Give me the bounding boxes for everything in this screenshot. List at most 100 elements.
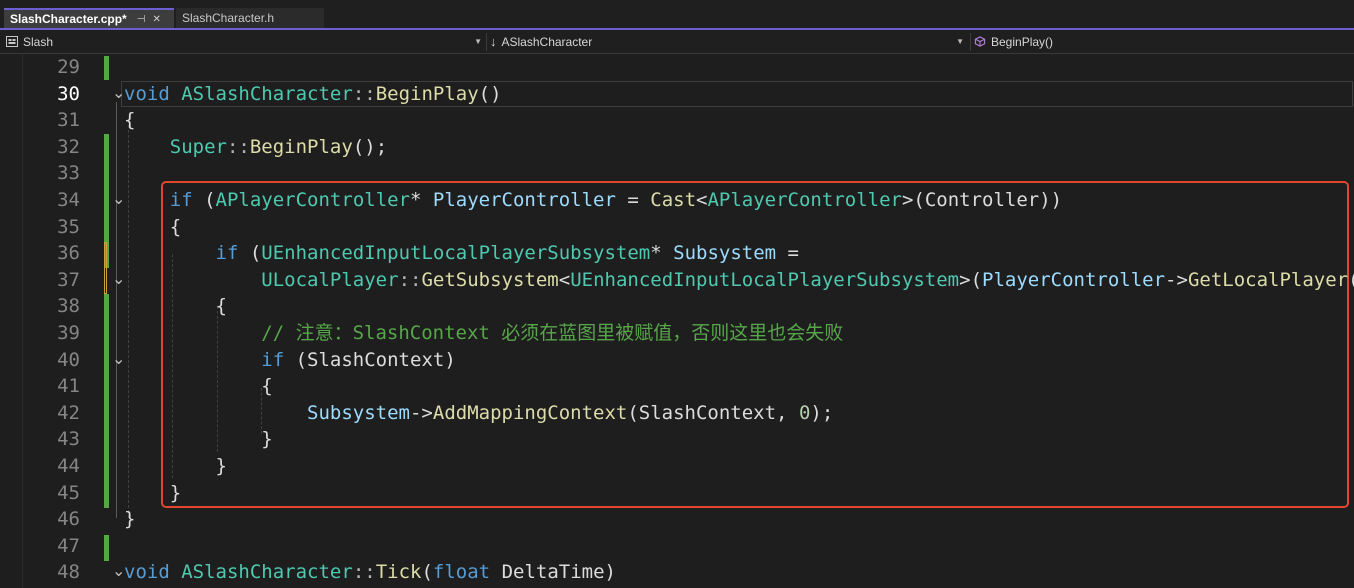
code-line[interactable]: 40 ⌄ if (SlashContext) bbox=[0, 347, 1354, 374]
line-number: 29 bbox=[57, 56, 80, 78]
code-token: BeginPlay bbox=[375, 83, 479, 105]
pin-icon[interactable]: ⊣ bbox=[137, 14, 146, 25]
code-text[interactable]: void ASlashCharacter::Tick(float DeltaTi… bbox=[124, 559, 616, 586]
code-text[interactable]: Super::BeginPlay(); bbox=[124, 134, 387, 161]
code-token: >( bbox=[959, 269, 983, 291]
code-token: (SlashContext, bbox=[627, 402, 799, 424]
code-text[interactable]: ULocalPlayer::GetSubsystem<UEnhancedInpu… bbox=[124, 267, 1354, 294]
code-token: { bbox=[124, 295, 227, 317]
divider bbox=[970, 33, 971, 51]
code-token: { bbox=[124, 375, 273, 397]
code-text[interactable]: } bbox=[124, 480, 181, 507]
code-line[interactable]: 34 ⌄ if (APlayerController* PlayerControl… bbox=[0, 187, 1354, 214]
code-text[interactable]: { bbox=[124, 214, 181, 241]
code-line[interactable]: 41 { bbox=[0, 373, 1354, 400]
code-token: 0 bbox=[798, 402, 811, 424]
code-editor[interactable]: 2930 ⌄ void ASlashCharacter::BeginPlay() 31… bbox=[0, 54, 1354, 588]
code-line[interactable]: 33 bbox=[0, 160, 1354, 187]
member-dropdown[interactable]: BeginPlay() bbox=[974, 32, 1350, 51]
code-text[interactable]: { bbox=[124, 293, 227, 320]
line-number: 30 bbox=[57, 83, 80, 105]
code-token: :: bbox=[398, 269, 422, 291]
code-line[interactable]: 47 bbox=[0, 533, 1354, 560]
code-token: = bbox=[776, 242, 799, 264]
tab-slashcharacter-cpp[interactable]: SlashCharacter.cpp* ⊣ ✕ bbox=[4, 8, 174, 28]
code-token: () bbox=[478, 83, 502, 105]
code-line[interactable]: 48 ⌄ void ASlashCharacter::Tick(float Delt… bbox=[0, 559, 1354, 586]
code-token: BeginPlay bbox=[249, 136, 353, 158]
code-line[interactable]: 31 { bbox=[0, 107, 1354, 134]
code-line[interactable]: 46} bbox=[0, 506, 1354, 533]
code-token: = bbox=[615, 189, 651, 211]
code-line[interactable]: 36 if (UEnhancedInputLocalPlayerSubsyste… bbox=[0, 240, 1354, 267]
code-token: ASlashCharacter bbox=[181, 83, 353, 105]
code-line[interactable]: 42 Subsystem->AddMappingContext(SlashCon… bbox=[0, 400, 1354, 427]
code-text[interactable]: void ASlashCharacter::BeginPlay() bbox=[124, 81, 502, 108]
navigation-bar: Slash ▼ ↓ ASlashCharacter ▼ BeginPlay() bbox=[0, 30, 1354, 54]
code-token: >(Controller)) bbox=[901, 189, 1063, 211]
code-token: } bbox=[124, 455, 227, 477]
code-token: ())) bbox=[1348, 269, 1354, 291]
code-line[interactable]: 32 Super::BeginPlay(); bbox=[0, 134, 1354, 161]
line-number: 37 bbox=[57, 269, 80, 291]
code-text[interactable]: { bbox=[124, 373, 273, 400]
code-token: DeltaTime) bbox=[490, 561, 616, 583]
class-dropdown[interactable]: ↓ ASlashCharacter ▼ bbox=[490, 32, 968, 51]
code-text[interactable]: if (UEnhancedInputLocalPlayerSubsystem* … bbox=[124, 240, 799, 267]
code-token: GetSubsystem bbox=[421, 269, 559, 291]
code-line[interactable]: 39 // 注意：SlashContext 必须在蓝图里被赋值，否则这里也会失败 bbox=[0, 320, 1354, 347]
project-dropdown[interactable]: Slash ▼ bbox=[6, 32, 486, 51]
line-number: 42 bbox=[57, 402, 80, 424]
line-number: 38 bbox=[57, 295, 80, 317]
project-name: Slash bbox=[23, 34, 54, 49]
tab-slashcharacter-h[interactable]: SlashCharacter.h bbox=[176, 8, 324, 28]
code-token: * bbox=[650, 242, 674, 264]
code-token: Cast bbox=[650, 189, 697, 211]
code-token: UEnhancedInputLocalPlayerSubsystem bbox=[261, 242, 651, 264]
line-number: 45 bbox=[57, 482, 80, 504]
code-line[interactable]: 29 bbox=[0, 54, 1354, 81]
code-token: void bbox=[124, 561, 170, 583]
code-token: ULocalPlayer bbox=[261, 269, 399, 291]
code-text[interactable]: } bbox=[124, 426, 272, 453]
class-arrow-icon: ↓ bbox=[490, 34, 497, 49]
code-text[interactable]: { bbox=[124, 107, 135, 134]
code-token: (SlashContext) bbox=[284, 349, 456, 371]
code-line[interactable]: 44 } bbox=[0, 453, 1354, 480]
code-line[interactable]: 30 ⌄ void ASlashCharacter::BeginPlay() bbox=[0, 81, 1354, 108]
line-number: 32 bbox=[57, 136, 80, 158]
line-number: 34 bbox=[57, 189, 80, 211]
line-number: 39 bbox=[57, 322, 80, 344]
code-token: float bbox=[432, 561, 491, 583]
code-text[interactable]: } bbox=[124, 453, 227, 480]
code-token: // 注意：SlashContext 必须在蓝图里被赋值，否则这里也会失败 bbox=[261, 322, 844, 344]
code-line[interactable]: 37 ⌄ ULocalPlayer::GetSubsystem<UEnhanced… bbox=[0, 267, 1354, 294]
code-token: } bbox=[124, 482, 182, 504]
line-number: 41 bbox=[57, 375, 80, 397]
code-text[interactable]: Subsystem->AddMappingContext(SlashContex… bbox=[124, 400, 833, 427]
member-name: BeginPlay() bbox=[991, 34, 1054, 49]
code-token: void bbox=[124, 83, 170, 105]
method-cube-icon bbox=[974, 36, 986, 47]
code-token: ( bbox=[192, 189, 216, 211]
code-text[interactable]: if (APlayerController* PlayerController … bbox=[124, 187, 1062, 214]
code-text[interactable]: } bbox=[124, 506, 135, 533]
code-token: if bbox=[169, 189, 193, 211]
code-line[interactable]: 38 { bbox=[0, 293, 1354, 320]
code-text[interactable]: // 注意：SlashContext 必须在蓝图里被赋值，否则这里也会失败 bbox=[124, 320, 843, 347]
chevron-down-icon: ▼ bbox=[956, 37, 964, 46]
close-icon[interactable]: ✕ bbox=[152, 14, 160, 25]
code-line[interactable]: 45 } bbox=[0, 480, 1354, 507]
code-token: (); bbox=[352, 136, 388, 158]
line-number: 47 bbox=[57, 535, 80, 557]
code-line[interactable]: 35 { bbox=[0, 214, 1354, 241]
code-line[interactable]: 43 } bbox=[0, 426, 1354, 453]
code-token: -> bbox=[409, 402, 433, 424]
code-text[interactable]: if (SlashContext) bbox=[124, 347, 456, 374]
